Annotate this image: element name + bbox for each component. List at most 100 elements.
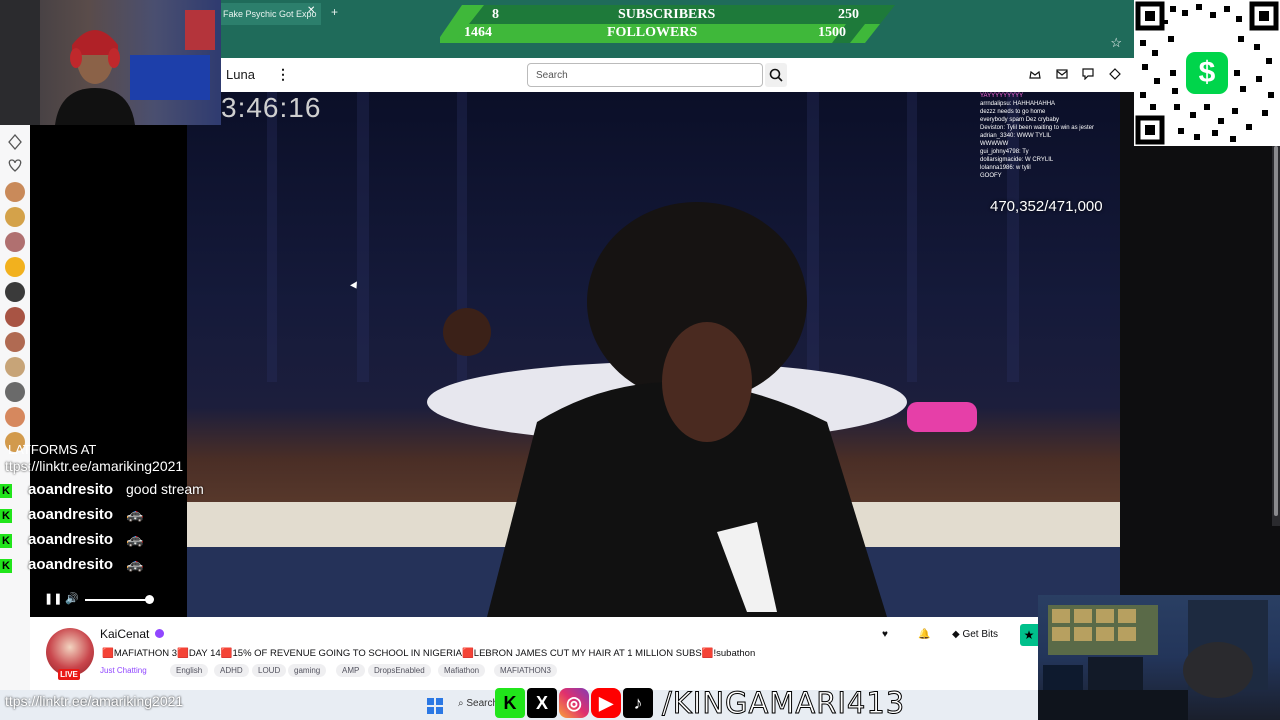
chat-text: good stream (126, 481, 204, 497)
get-bits-label: Get Bits (962, 629, 999, 640)
followed-heart-icon[interactable] (8, 159, 22, 172)
subscriber-count: 8 (492, 7, 499, 22)
stream-category[interactable]: Just Chatting (100, 666, 147, 675)
search-button[interactable] (765, 63, 787, 87)
follower-goal: 1464 FOLLOWERS 1500 (440, 24, 895, 41)
screen: Fake Psychic Got Expo ✕ + ☆ Luna ⋮ 3:46:… (0, 0, 1280, 720)
chat-username: aoandresito (28, 556, 114, 573)
collapse-icon[interactable] (8, 134, 22, 150)
kick-icon: K (495, 688, 525, 718)
nav-channel-link[interactable]: Luna (226, 67, 255, 82)
tab-title: Fake Psychic Got Expo (223, 9, 317, 19)
sidebar-channel-avatar[interactable] (5, 307, 25, 327)
overlay-mini-chat: YAYYYYYYYYY arrndalipsu: HAHHAHAHHA dezz… (980, 92, 1120, 196)
sidebar-channel-avatar[interactable] (5, 207, 25, 227)
sidebar-channel-avatar[interactable] (5, 182, 25, 202)
stream-tag[interactable]: DropsEnabled (368, 664, 431, 677)
follower-label: FOLLOWERS (607, 25, 698, 40)
mini-chat-line: gui_johny4798: Ty (980, 149, 1029, 155)
more-options-icon[interactable]: ⋮ (276, 66, 290, 83)
taskbar-search-label: Search (466, 698, 499, 709)
subscriber-goal-target: 250 (838, 7, 859, 22)
windows-start-icon[interactable] (427, 698, 443, 714)
chat-emote-icon: 🚓 (126, 556, 144, 572)
cashapp-qr-code: $ (1134, 0, 1280, 146)
sidebar-top-icons (8, 134, 22, 172)
sidebar-channel-avatar[interactable] (5, 357, 25, 377)
mini-chat-line: everybody spam Dez crybaby (980, 117, 1060, 123)
search-input[interactable] (527, 63, 763, 87)
taskbar-search[interactable]: ⌕ Search (458, 698, 498, 709)
stream-title: 🟥MAFIATHON 3🟥DAY 14🟥15% OF REVENUE GOING… (102, 648, 756, 659)
sidebar-channel-avatar[interactable] (5, 332, 25, 352)
stream-tag[interactable]: English (170, 664, 209, 677)
mini-chat-line: lolanna1986: w tylil (980, 165, 1031, 171)
channel-info-bar: LIVE KaiCenat 🟥MAFIATHON 3🟥DAY 14🟥15% OF… (30, 617, 1038, 690)
kick-badge-icon: K (0, 534, 12, 548)
channel-name[interactable]: KaiCenat (100, 627, 149, 641)
chat-username: aoandresito (28, 531, 114, 548)
kick-badge-icon: K (0, 559, 12, 573)
notification-bell-icon[interactable]: 🔔 (918, 624, 930, 646)
search-icon (769, 68, 783, 82)
viewer-progress-counter: 470,352/471,000 (990, 198, 1103, 215)
stream-tag[interactable]: Mafiathon (438, 664, 486, 677)
room-scene (1038, 600, 1268, 720)
live-badge: LIVE (58, 669, 80, 680)
twitch-top-nav: Luna ⋮ (221, 58, 1134, 92)
subscribe-star-icon[interactable]: ★ (1020, 624, 1038, 646)
linktree-link-bottom: ttps://linktr.ee/amariking2021 (5, 693, 184, 709)
youtube-icon: ▶ (591, 688, 621, 718)
kick-badge-icon: K (0, 509, 12, 523)
mini-chat-line: YAYYYYYYYYY (980, 93, 1024, 99)
inbox-icon[interactable] (1056, 68, 1068, 80)
chat-emote-icon: 🚓 (126, 531, 144, 547)
tab-close-icon[interactable]: ✕ (307, 6, 315, 16)
stream-tag[interactable]: MAFIATHON3 (494, 664, 557, 677)
bookmark-star-icon[interactable]: ☆ (1110, 35, 1122, 51)
mini-chat-line: arrndalipsu: HAHHAHAHHA (980, 101, 1056, 107)
mini-chat-line: adrian_3340: WWW TYLIL (980, 133, 1052, 139)
stream-tag[interactable]: LOUD (252, 664, 287, 677)
chat-emote-icon: 🚓 (126, 506, 144, 522)
stream-timer: 3:46:16 (221, 92, 322, 123)
tiktok-icon: ♪ (623, 688, 653, 718)
subscriber-label: SUBSCRIBERS (618, 7, 716, 22)
new-tab-button[interactable]: + (331, 6, 338, 18)
prime-crown-icon[interactable] (1029, 68, 1041, 80)
whispers-icon[interactable] (1082, 68, 1094, 80)
sidebar-channel-avatar[interactable] (5, 232, 25, 252)
sidebar-channel-avatar[interactable] (5, 407, 25, 427)
favorite-heart-icon[interactable]: ♥ (882, 624, 888, 646)
mini-chat-line: dollarsigmacide: W CRYLIL (980, 157, 1054, 163)
chat-username: aoandresito (28, 506, 114, 523)
webcam-scene (0, 0, 215, 125)
browser-tab[interactable]: Fake Psychic Got Expo (221, 3, 321, 25)
stream-tag[interactable]: AMP (336, 664, 366, 677)
social-handle: /KINGAMARI413 (661, 686, 906, 720)
mini-chat-line: WWWWW (980, 141, 1009, 147)
pause-button[interactable]: ❚❚ (44, 592, 62, 605)
volume-icon[interactable]: 🔊 (65, 592, 79, 605)
stream-tag[interactable]: gaming (288, 664, 327, 677)
secondary-webcam (1038, 595, 1280, 720)
scrollbar-thumb[interactable] (1274, 146, 1278, 516)
sidebar-channel-avatar[interactable] (5, 282, 25, 302)
verified-badge-icon (155, 629, 164, 638)
chat-username: aoandresito (28, 481, 114, 498)
get-bits-button[interactable]: ◆ Get Bits (952, 624, 998, 646)
bits-icon[interactable] (1109, 68, 1121, 80)
mini-chat-line: GOOFY (980, 173, 1002, 179)
kick-badge-icon: K (0, 484, 12, 498)
follower-count: 1464 (464, 25, 492, 40)
instagram-icon: ◎ (559, 688, 589, 718)
mini-chat-line: dezzz needs to go home (980, 109, 1046, 115)
volume-slider[interactable] (85, 599, 149, 601)
sidebar-channel-avatar[interactable] (5, 257, 25, 277)
streamer-webcam (0, 0, 221, 125)
goal-banner: 8 SUBSCRIBERS 250 1464 FOLLOWERS 1500 (440, 5, 895, 43)
volume-slider-handle[interactable] (145, 595, 154, 604)
stream-tag[interactable]: ADHD (214, 664, 249, 677)
sidebar-channel-avatar[interactable] (5, 382, 25, 402)
subscriber-goal: 8 SUBSCRIBERS 250 (440, 6, 895, 23)
